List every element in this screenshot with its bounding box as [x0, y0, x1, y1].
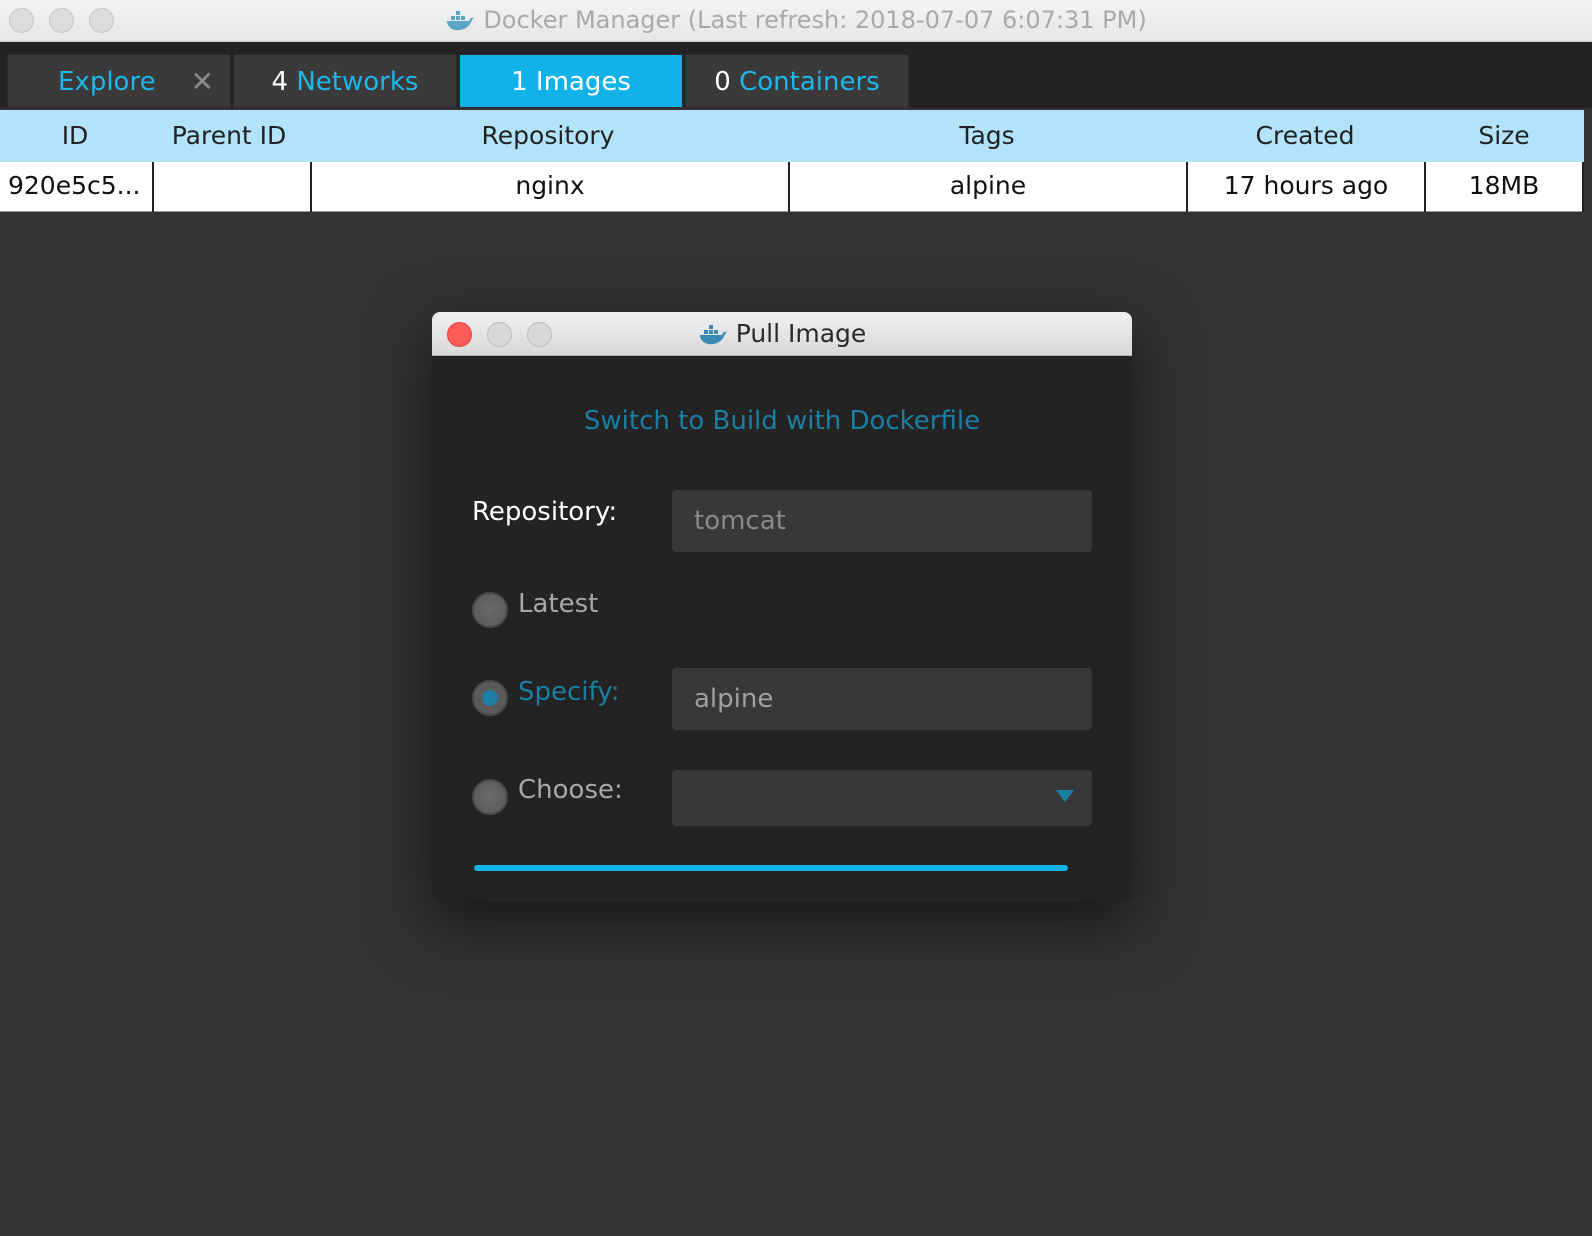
- tab-containers-label: Containers: [739, 67, 880, 97]
- cell-tags: alpine: [790, 162, 1188, 212]
- column-header-parent-id[interactable]: Parent ID: [150, 110, 308, 162]
- column-header-size[interactable]: Size: [1424, 110, 1584, 162]
- tab-containers[interactable]: 0 Containers: [685, 54, 909, 108]
- close-icon[interactable]: ✕: [191, 55, 214, 109]
- pull-image-dialog: Pull Image Switch to Build with Dockerfi…: [432, 312, 1132, 902]
- table-row[interactable]: 920e5c5... nginx alpine 17 hours ago 18M…: [0, 162, 1584, 212]
- cell-size: 18MB: [1426, 162, 1584, 212]
- window-title-text: Docker Manager (Last refresh: 2018-07-07…: [483, 6, 1147, 34]
- cell-parent-id: [154, 162, 312, 212]
- repository-label: Repository:: [472, 497, 618, 527]
- specify-radio[interactable]: [472, 680, 508, 716]
- repository-input[interactable]: [672, 490, 1092, 552]
- choose-dropdown[interactable]: [672, 770, 1092, 826]
- choose-label: Choose:: [518, 775, 623, 805]
- dialog-title: Pull Image: [432, 319, 1132, 348]
- choose-radio[interactable]: [472, 779, 508, 815]
- tab-containers-count: 0: [714, 67, 731, 97]
- tab-explore[interactable]: Explore ✕: [7, 54, 231, 108]
- window-title: Docker Manager (Last refresh: 2018-07-07…: [0, 6, 1592, 34]
- tab-networks[interactable]: 4 Networks: [233, 54, 457, 108]
- images-table-header: ID Parent ID Repository Tags Created Siz…: [0, 110, 1584, 162]
- docker-whale-icon: [699, 325, 727, 345]
- specify-input[interactable]: alpine: [672, 668, 1092, 730]
- dialog-title-text: Pull Image: [735, 319, 867, 348]
- tab-bar: Explore ✕ 4 Networks 1 Images 0 Containe…: [0, 42, 1592, 108]
- switch-to-dockerfile-link[interactable]: Switch to Build with Dockerfile: [432, 406, 1132, 436]
- tab-explore-label: Explore: [58, 67, 156, 97]
- pull-progress-bar: [474, 865, 1068, 871]
- tab-networks-label: Networks: [296, 67, 419, 97]
- tab-networks-count: 4: [271, 67, 289, 97]
- column-header-id[interactable]: ID: [0, 110, 150, 162]
- docker-whale-icon: [447, 11, 475, 31]
- chevron-down-icon: [1056, 790, 1074, 802]
- tab-images[interactable]: 1 Images: [459, 54, 683, 108]
- tab-images-count: 1: [511, 67, 528, 97]
- pull-progress-fill: [474, 865, 1068, 871]
- dialog-titlebar: Pull Image: [432, 312, 1132, 356]
- column-header-repository[interactable]: Repository: [308, 110, 788, 162]
- latest-label: Latest: [518, 589, 599, 619]
- column-header-tags[interactable]: Tags: [788, 110, 1186, 162]
- cell-repository: nginx: [312, 162, 790, 212]
- tab-images-label: Images: [535, 67, 631, 97]
- specify-label: Specify:: [518, 677, 620, 707]
- main-window-titlebar: Docker Manager (Last refresh: 2018-07-07…: [0, 0, 1592, 42]
- cell-id: 920e5c5...: [0, 162, 154, 212]
- latest-radio[interactable]: [472, 592, 508, 628]
- column-header-created[interactable]: Created: [1186, 110, 1424, 162]
- cell-created: 17 hours ago: [1188, 162, 1426, 212]
